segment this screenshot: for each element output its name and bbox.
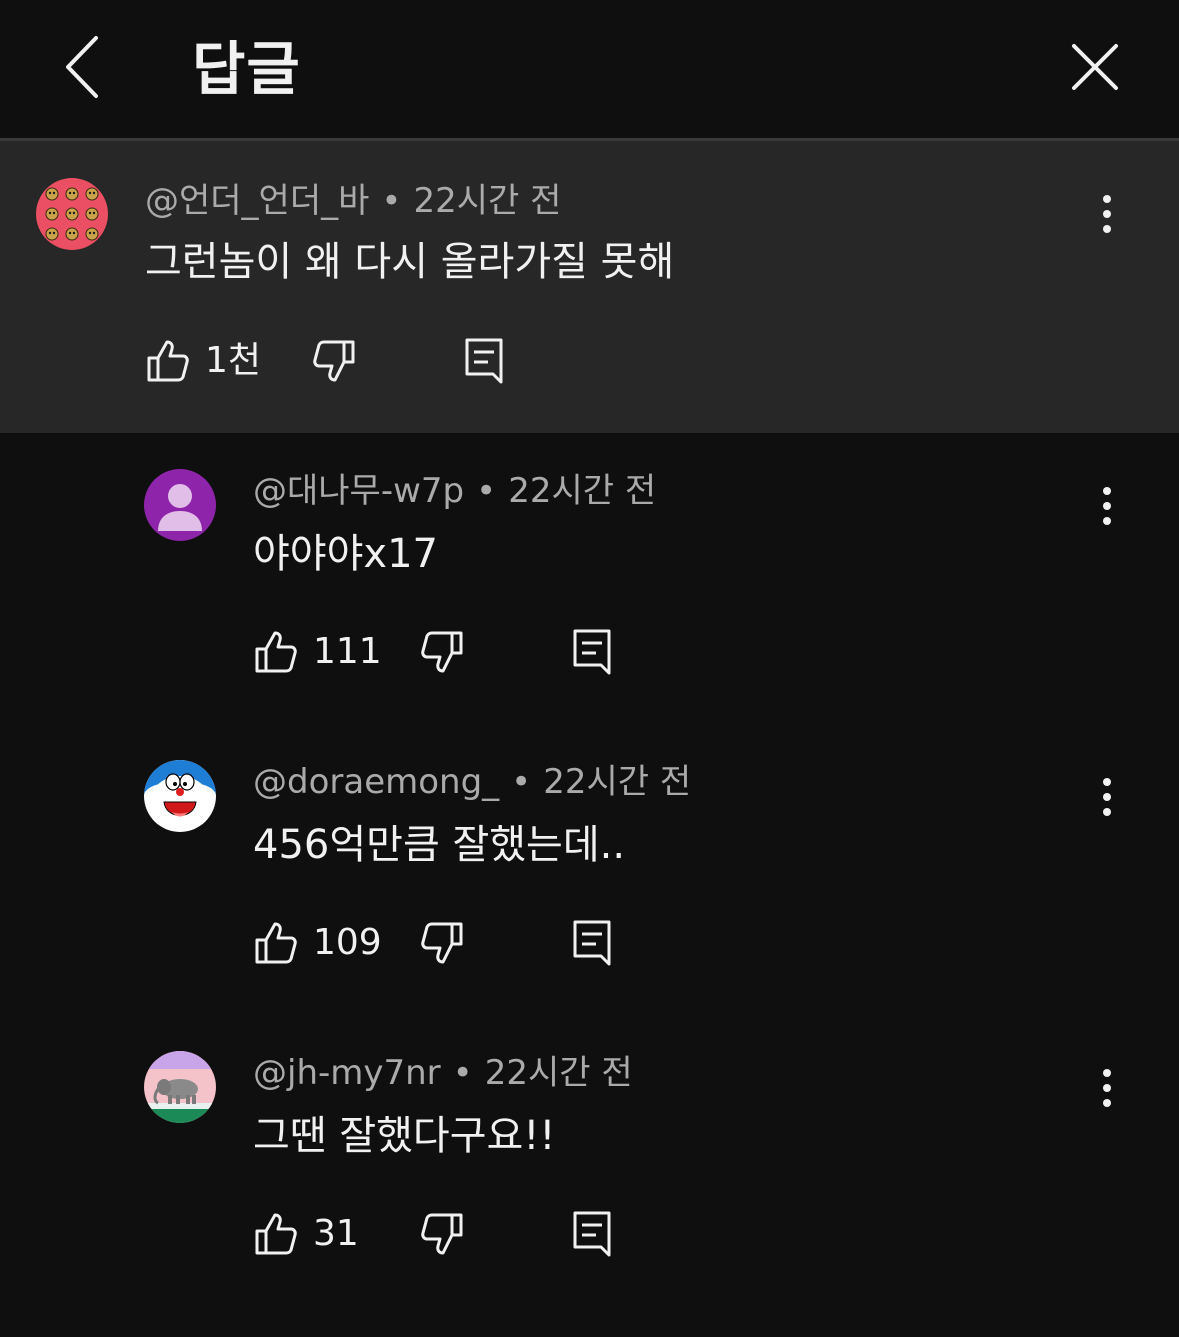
reply-comment: @대나무-w7p • 22시간 전 야야야x17 111 bbox=[0, 433, 1179, 724]
avatar[interactable] bbox=[144, 1051, 216, 1123]
elephant-illustration-avatar-icon bbox=[144, 1051, 216, 1123]
like-button[interactable]: 31 bbox=[253, 1209, 359, 1259]
timestamp: 22시간 전 bbox=[508, 471, 657, 511]
like-count: 109 bbox=[313, 922, 382, 963]
comment-meta: @언더_언더_바 • 22시간 전 bbox=[145, 179, 561, 223]
author-handle[interactable]: @대나무-w7p bbox=[253, 471, 464, 511]
parent-comment: @언더_언더_바 • 22시간 전 그런놈이 왜 다시 올라가질 못해 1천 bbox=[0, 141, 1179, 433]
comment-text: 그런놈이 왜 다시 올라가질 못해 bbox=[145, 239, 675, 285]
dislike-button[interactable] bbox=[311, 336, 357, 386]
header-bar: 답글 bbox=[0, 0, 1179, 138]
more-options-button[interactable] bbox=[1087, 481, 1127, 531]
author-handle[interactable]: @jh-my7nr bbox=[253, 1053, 441, 1093]
reply-comment-icon bbox=[573, 920, 611, 966]
kebab-menu-icon bbox=[1103, 778, 1111, 816]
comment-text: 456억만큼 잘했는데.. bbox=[253, 822, 626, 868]
comment-text: 야야야x17 bbox=[253, 531, 438, 577]
comment-actions: 31 bbox=[253, 1209, 653, 1259]
comment-meta: @대나무-w7p • 22시간 전 bbox=[253, 469, 656, 513]
comment-actions: 109 bbox=[253, 918, 653, 968]
more-options-button[interactable] bbox=[1087, 1063, 1127, 1113]
separator-dot: • bbox=[452, 1053, 473, 1093]
avatar[interactable] bbox=[144, 760, 216, 832]
close-button[interactable] bbox=[1060, 36, 1130, 98]
thumbs-down-icon bbox=[421, 631, 463, 673]
reply-comment-icon bbox=[573, 629, 611, 675]
reply-button[interactable] bbox=[571, 918, 615, 968]
comment-actions: 1천 bbox=[145, 336, 545, 386]
thumbs-up-icon bbox=[255, 922, 297, 964]
like-button[interactable]: 109 bbox=[253, 918, 382, 968]
thumbs-up-icon bbox=[147, 340, 189, 382]
timestamp: 22시간 전 bbox=[543, 762, 692, 802]
kebab-menu-icon bbox=[1103, 487, 1111, 525]
separator-dot: • bbox=[476, 471, 497, 511]
thumbs-up-icon bbox=[255, 631, 297, 673]
comment-actions: 111 bbox=[253, 627, 653, 677]
like-count: 111 bbox=[313, 631, 382, 672]
thumbs-down-icon bbox=[421, 1213, 463, 1255]
thumbs-down-icon bbox=[421, 922, 463, 964]
comment-meta: @jh-my7nr • 22시간 전 bbox=[253, 1051, 633, 1095]
reply-comment-icon bbox=[573, 1211, 611, 1257]
more-options-button[interactable] bbox=[1087, 772, 1127, 822]
chevron-left-icon bbox=[66, 36, 98, 98]
timestamp: 22시간 전 bbox=[484, 1053, 633, 1093]
doraemon-avatar-icon bbox=[144, 760, 216, 832]
like-count: 1천 bbox=[205, 340, 262, 381]
avatar[interactable] bbox=[36, 178, 108, 250]
comment-text: 그땐 잘했다구요!! bbox=[253, 1113, 556, 1159]
back-button[interactable] bbox=[52, 30, 112, 104]
separator-dot: • bbox=[381, 181, 402, 221]
close-icon bbox=[1072, 44, 1118, 90]
dislike-button[interactable] bbox=[419, 1209, 465, 1259]
like-button[interactable]: 111 bbox=[253, 627, 382, 677]
reply-comment: @doraemong_ • 22시간 전 456억만큼 잘했는데.. 109 bbox=[0, 724, 1179, 1015]
comment-meta: @doraemong_ • 22시간 전 bbox=[253, 760, 691, 804]
default-person-avatar-icon bbox=[144, 469, 216, 541]
reply-button[interactable] bbox=[571, 1209, 615, 1259]
page-title: 답글 bbox=[192, 35, 301, 103]
separator-dot: • bbox=[511, 762, 532, 802]
author-handle[interactable]: @언더_언더_바 bbox=[145, 181, 369, 221]
thumbs-up-icon bbox=[255, 1213, 297, 1255]
dislike-button[interactable] bbox=[419, 627, 465, 677]
reply-button[interactable] bbox=[571, 627, 615, 677]
kebab-menu-icon bbox=[1103, 195, 1111, 233]
author-handle[interactable]: @doraemong_ bbox=[253, 762, 499, 802]
tiger-pattern-avatar-icon bbox=[36, 178, 108, 250]
thumbs-down-icon bbox=[313, 340, 355, 382]
reply-comment: @jh-my7nr • 22시간 전 그땐 잘했다구요!! 31 bbox=[0, 1015, 1179, 1306]
kebab-menu-icon bbox=[1103, 1069, 1111, 1107]
avatar[interactable] bbox=[144, 469, 216, 541]
timestamp: 22시간 전 bbox=[413, 181, 562, 221]
dislike-button[interactable] bbox=[419, 918, 465, 968]
more-options-button[interactable] bbox=[1087, 189, 1127, 239]
reply-button[interactable] bbox=[463, 336, 507, 386]
reply-comment-icon bbox=[465, 338, 503, 384]
like-button[interactable]: 1천 bbox=[145, 336, 261, 386]
like-count: 31 bbox=[313, 1213, 359, 1254]
